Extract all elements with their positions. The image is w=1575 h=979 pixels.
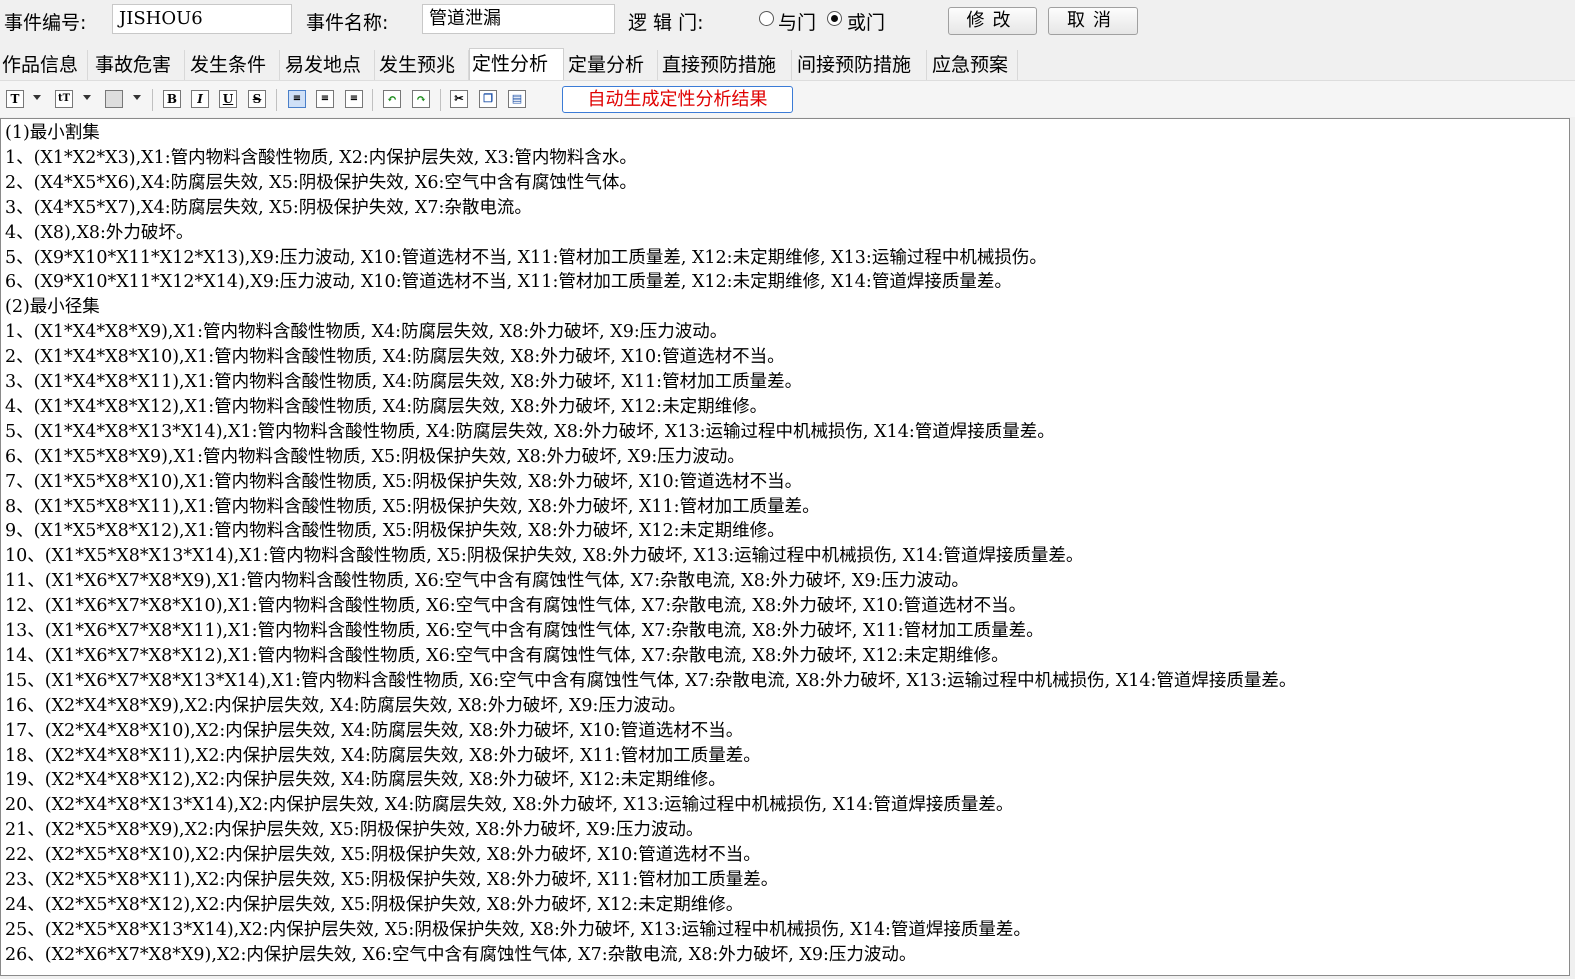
event-id-field[interactable]: JISHOU6 [112,4,292,34]
tab-quantitative-analysis[interactable]: 定量分析 [566,50,658,80]
logic-gate-label: 逻 辑 门: [628,12,704,34]
result-line: 11、(X1*X6*X7*X8*X9),X1:管内物料含酸性物质, X6:空气中… [5,571,969,592]
result-line: 10、(X1*X5*X8*X13*X14),X1:管内物料含酸性物质, X5:阴… [5,546,1084,567]
result-line: 3、(X1*X4*X8*X11),X1:管内物料含酸性物质, X4:防腐层失效,… [5,372,803,392]
paste-icon[interactable]: ▤ [508,90,526,108]
event-name-label: 事件名称: [306,12,389,34]
result-line: 15、(X1*X6*X7*X8*X13*X14),X1:管内物料含酸性物质, X… [5,670,1297,691]
result-line: 4、(X1*X4*X8*X12),X1:管内物料含酸性物质, X4:防腐层失效,… [5,396,768,417]
or-gate-radio[interactable] [827,11,842,26]
and-gate-radio[interactable] [759,11,774,26]
result-line: 12、(X1*X6*X7*X8*X10),X1:管内物料含酸性物质, X6:空气… [5,596,1027,617]
analysis-text-editor[interactable]: (1)最小割集 1、(X1*X2*X3),X1:管内物料含酸性物质, X2:内保护… [0,118,1570,976]
tab-locations[interactable]: 易发地点 [283,50,375,80]
result-line: 3、(X4*X5*X7),X4:防腐层失效, X5:阴极保护失效, X7:杂散电… [5,197,532,218]
toolbar-divider [152,89,153,111]
strikethrough-icon[interactable]: S [248,90,266,108]
result-line: 25、(X2*X5*X8*X13*X14),X2:内保护层失效, X5:阴极保护… [5,919,1031,940]
result-line: 16、(X2*X4*X8*X9),X2:内保护层失效, X4:防腐层失效, X8… [5,695,686,716]
result-line: 2、(X1*X4*X8*X10),X1:管内物料含酸性物质, X4:防腐层失效,… [5,347,785,368]
result-line: 24、(X2*X5*X8*X12),X2:内保护层失效, X5:阴极保护失效, … [5,894,744,915]
result-line: 7、(X1*X5*X8*X10),X1:管内物料含酸性物质, X5:阴极保护失效… [5,471,803,492]
result-line: 9、(X1*X5*X8*X12),X1:管内物料含酸性物质, X5:阴极保护失效… [5,521,785,542]
tab-accident-hazard[interactable]: 事故危害 [93,50,185,80]
undo-icon[interactable]: ↶ [383,90,401,108]
result-line: 23、(X2*X5*X8*X11),X2:内保护层失效, X5:阴极保护失效, … [5,870,779,890]
tab-conditions[interactable]: 发生条件 [188,50,280,80]
align-right-icon[interactable]: ≡ [345,90,363,108]
format-toolbar: T tT B I U S ≡ ≡ ≡ ↶ ↷ ✂ ❐ ▤ 自动生成定性分析结果 [0,80,1575,117]
section-heading: (1)最小割集 [5,123,100,143]
bold-icon[interactable]: B [163,90,181,108]
chevron-down-icon[interactable] [33,95,41,100]
result-line: 6、(X9*X10*X11*X12*X14),X9:压力波动, X10:管道选材… [5,272,1012,293]
result-line: 14、(X1*X6*X7*X8*X12),X1:管内物料含酸性物质, X6:空气… [5,645,1009,666]
result-line: 1、(X1*X4*X8*X9),X1:管内物料含酸性物质, X4:防腐层失效, … [5,322,728,343]
text-style-icon[interactable]: T [6,90,24,108]
result-line: 21、(X2*X5*X8*X9),X2:内保护层失效, X5:阴极保护失效, X… [5,820,704,841]
italic-icon[interactable]: I [191,90,209,108]
generate-analysis-button[interactable]: 自动生成定性分析结果 [562,86,793,113]
and-gate-label[interactable]: 与门 [778,8,816,35]
tab-strip: 作品信息 事故危害 发生条件 易发地点 发生预兆 定性分析 定量分析 直接预防措… [0,48,1575,80]
cut-icon[interactable]: ✂ [450,90,468,108]
result-line: 5、(X9*X10*X11*X12*X13),X9:压力波动, X10:管道选材… [5,247,1047,268]
section-heading: (2)最小径集 [5,297,100,318]
tab-indirect-prevention[interactable]: 间接预防措施 [795,50,927,80]
toolbar-divider [276,89,277,111]
toolbar-divider [372,89,373,111]
result-line: 2、(X4*X5*X6),X4:防腐层失效, X5:阴极保护失效, X6:空气中… [5,172,637,193]
chevron-down-icon[interactable] [83,95,91,100]
result-line: 5、(X1*X4*X8*X13*X14),X1:管内物料含酸性物质, X4:防腐… [5,421,1055,442]
highlight-color-icon[interactable] [105,90,123,108]
result-line: 8、(X1*X5*X8*X11),X1:管内物料含酸性物质, X5:阴极保护失效… [5,496,820,517]
result-line: 13、(X1*X6*X7*X8*X11),X1:管内物料含酸性物质, X6:空气… [5,621,1044,641]
modify-button[interactable]: 修改 [948,7,1037,35]
toolbar-divider [440,89,441,111]
font-size-icon[interactable]: tT [55,90,73,108]
tab-direct-prevention[interactable]: 直接预防措施 [660,50,792,80]
tab-emergency-plan[interactable]: 应急预案 [930,50,1018,80]
result-line: 26、(X2*X6*X7*X8*X9),X2:内保护层失效, X6:空气中含有腐… [5,944,917,965]
underline-icon[interactable]: U [219,90,237,108]
redo-icon[interactable]: ↷ [412,90,430,108]
result-line: 20、(X2*X4*X8*X13*X14),X2:内保护层失效, X4:防腐层失… [5,795,1014,816]
result-line: 18、(X2*X4*X8*X11),X2:内保护层失效, X4:防腐层失效, X… [5,745,761,766]
header-bar: 事件编号: JISHOU6 事件名称: 管道泄漏 逻 辑 门: 与门 或门 修改… [0,0,1575,44]
align-center-icon[interactable]: ≡ [316,90,334,108]
event-name-field[interactable]: 管道泄漏 [422,4,615,34]
chevron-down-icon[interactable] [133,95,141,100]
result-line: 19、(X2*X4*X8*X12),X2:内保护层失效, X4:防腐层失效, X… [5,770,726,791]
event-id-label: 事件编号: [4,12,87,34]
or-gate-label[interactable]: 或门 [847,8,885,35]
result-line: 6、(X1*X5*X8*X9),X1:管内物料含酸性物质, X5:阴极保护失效,… [5,446,745,467]
align-left-icon[interactable]: ≡ [288,90,306,108]
result-line: 17、(X2*X4*X8*X10),X2:内保护层失效, X4:防腐层失效, X… [5,720,744,741]
cancel-button[interactable]: 取消 [1048,7,1138,35]
result-line: 4、(X8),X8:外力破坏。 [5,222,194,243]
tab-precursors[interactable]: 发生预兆 [377,50,469,80]
tab-work-info[interactable]: 作品信息 [0,50,88,80]
result-line: 22、(X2*X5*X8*X10),X2:内保护层失效, X5:阴极保护失效, … [5,845,761,866]
tab-qualitative-analysis[interactable]: 定性分析 [469,48,564,80]
copy-icon[interactable]: ❐ [479,90,497,108]
result-line: 1、(X1*X2*X3),X1:管内物料含酸性物质, X2:内保护层失效, X3… [5,147,637,168]
